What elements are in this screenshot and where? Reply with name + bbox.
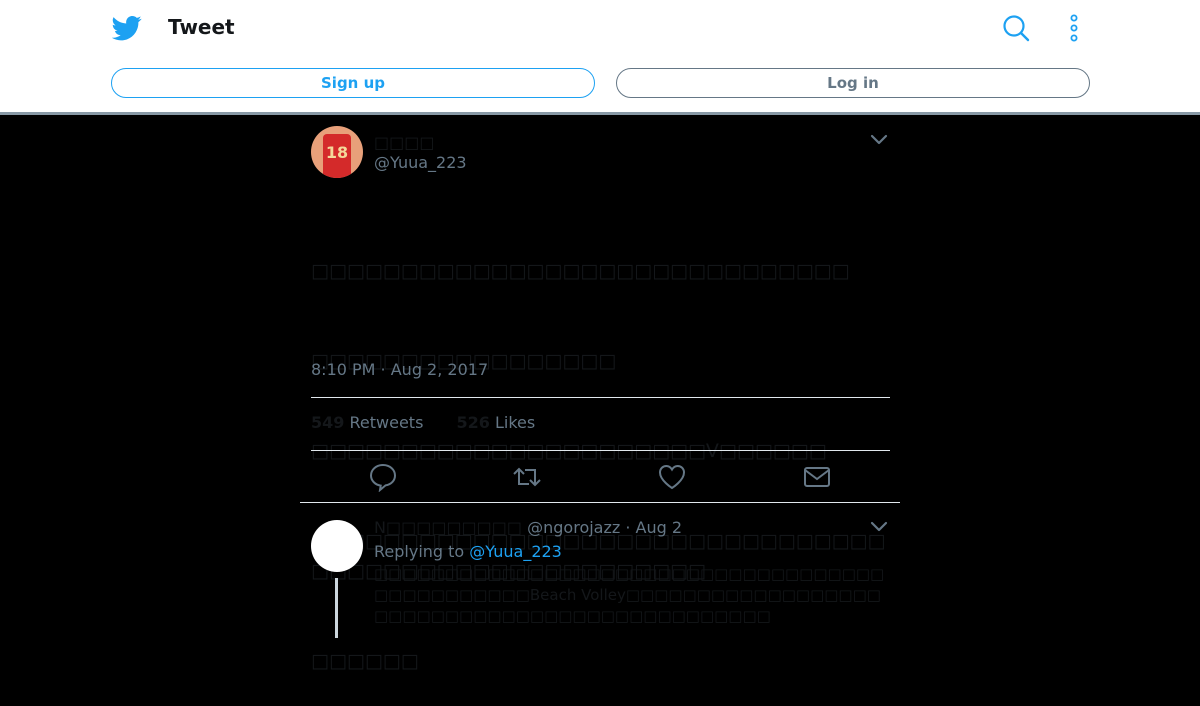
reply-avatar[interactable]	[311, 520, 363, 572]
chevron-down-icon[interactable]	[868, 131, 890, 149]
sign-up-button[interactable]: Sign up	[111, 68, 595, 98]
tweet-text-line: □□□□□□	[311, 650, 419, 672]
thread-line	[335, 578, 338, 638]
divider	[300, 502, 900, 503]
reply-header: N□□□□□□□□□ @ngorojazz · Aug 2	[374, 518, 682, 537]
chevron-down-icon[interactable]	[868, 518, 890, 536]
reply-author-handle[interactable]: @ngorojazz	[527, 518, 620, 537]
page-title: Tweet	[168, 15, 235, 39]
likes-label: Likes	[495, 413, 536, 432]
likes-stat[interactable]: 526 Likes	[457, 413, 536, 432]
svg-text:18: 18	[326, 143, 348, 162]
avatar-image: 18	[311, 126, 363, 178]
retweets-count: 549	[311, 413, 345, 432]
reply-icon[interactable]	[368, 462, 398, 492]
message-icon[interactable]	[802, 462, 832, 492]
author-handle[interactable]: @Yuua_223	[374, 153, 467, 172]
more-vertical-icon[interactable]	[1066, 14, 1082, 42]
reply-author-name[interactable]: N□□□□□□□□□	[374, 518, 522, 537]
retweet-icon[interactable]	[512, 462, 542, 492]
tweet-stats: 549 Retweets 526 Likes	[311, 413, 563, 432]
likes-count: 526	[456, 413, 490, 432]
search-icon[interactable]	[1002, 14, 1030, 42]
tweet-text-line: □□□□□□□□□□□□□□□□□□□□□□□□□□□□□□	[311, 260, 850, 282]
reply-text: □□□□□□□□□□□□□□□□□□□□□□□□□□□□□□□□□□□□□□□□…	[374, 565, 885, 625]
like-icon[interactable]	[657, 462, 687, 492]
retweets-stat[interactable]: 549 Retweets	[311, 413, 423, 432]
replying-to-link[interactable]: @Yuua_223	[469, 542, 562, 561]
tweet-timestamp[interactable]: 8:10 PM · Aug 2, 2017	[311, 360, 488, 379]
avatar[interactable]: 18	[311, 126, 363, 178]
twitter-bird-icon[interactable]	[112, 13, 142, 43]
log-in-button[interactable]: Log in	[616, 68, 1090, 98]
reply-date[interactable]: · Aug 2	[625, 518, 682, 537]
divider	[311, 450, 890, 451]
top-bar: Tweet Sign up Log in	[0, 0, 1200, 115]
retweets-label: Retweets	[349, 413, 424, 432]
divider	[311, 397, 890, 398]
replying-prefix: Replying to	[374, 542, 465, 561]
replying-to: Replying to @Yuua_223	[374, 542, 562, 561]
author-name[interactable]: □□□□	[374, 133, 434, 152]
